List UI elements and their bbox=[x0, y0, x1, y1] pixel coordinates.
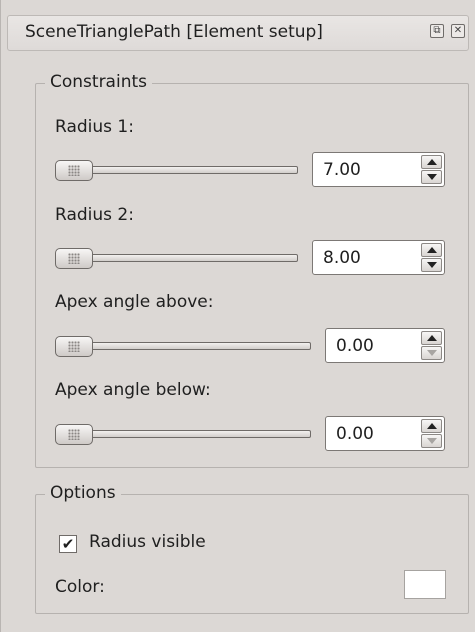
arrow-down-icon bbox=[427, 438, 437, 444]
apex-above-slider-handle[interactable] bbox=[55, 336, 93, 357]
element-setup-panel: SceneTrianglePath [Element setup] ⧉ ✕ Co… bbox=[0, 0, 475, 632]
radius-2-increment-button[interactable] bbox=[421, 243, 442, 257]
radius-2-slider-handle[interactable] bbox=[55, 248, 93, 269]
radius-1-slider-handle[interactable] bbox=[55, 160, 93, 181]
arrow-down-icon bbox=[427, 174, 437, 180]
radius-1-increment-button[interactable] bbox=[421, 155, 442, 169]
arrow-up-icon bbox=[427, 159, 437, 165]
constraints-legend: Constraints bbox=[45, 72, 152, 92]
apex-below-decrement-button[interactable] bbox=[421, 434, 442, 448]
arrow-down-icon bbox=[427, 350, 437, 356]
float-icon[interactable]: ⧉ bbox=[430, 24, 444, 38]
apex-above-slider[interactable] bbox=[55, 342, 311, 350]
arrow-up-icon bbox=[427, 247, 437, 253]
radius-1-decrement-button[interactable] bbox=[421, 170, 442, 184]
close-icon[interactable]: ✕ bbox=[451, 24, 465, 38]
options-legend: Options bbox=[45, 483, 121, 503]
radius-1-label: Radius 1: bbox=[55, 117, 134, 137]
apex-below-slider-handle[interactable] bbox=[55, 424, 93, 445]
radius-2-decrement-button[interactable] bbox=[421, 258, 442, 272]
arrow-down-icon bbox=[427, 262, 437, 268]
apex-below-slider[interactable] bbox=[55, 430, 311, 438]
apex-above-value[interactable]: 0.00 bbox=[336, 336, 374, 356]
color-label: Color: bbox=[55, 577, 105, 597]
apex-above-label: Apex angle above: bbox=[55, 292, 214, 312]
color-swatch-button[interactable] bbox=[404, 570, 446, 599]
radius-visible-label[interactable]: Radius visible bbox=[89, 532, 206, 552]
radius-2-label: Radius 2: bbox=[55, 205, 134, 225]
radius-1-value[interactable]: 7.00 bbox=[323, 160, 361, 180]
apex-below-label: Apex angle below: bbox=[55, 380, 211, 400]
radius-2-spinbox[interactable]: 8.00 bbox=[312, 240, 445, 275]
constraints-group bbox=[35, 83, 469, 468]
apex-below-spinbox[interactable]: 0.00 bbox=[325, 416, 445, 451]
arrow-up-icon bbox=[427, 423, 437, 429]
radius-1-spinbox[interactable]: 7.00 bbox=[312, 152, 445, 187]
apex-above-spinbox[interactable]: 0.00 bbox=[325, 328, 445, 363]
apex-above-increment-button[interactable] bbox=[421, 331, 442, 345]
arrow-up-icon bbox=[427, 335, 437, 341]
radius-2-value[interactable]: 8.00 bbox=[323, 248, 361, 268]
apex-below-value[interactable]: 0.00 bbox=[336, 424, 374, 444]
radius-visible-checkbox[interactable]: ✔ bbox=[59, 535, 77, 553]
apex-below-increment-button[interactable] bbox=[421, 419, 442, 433]
panel-title: SceneTrianglePath [Element setup] bbox=[25, 22, 323, 42]
apex-above-decrement-button[interactable] bbox=[421, 346, 442, 360]
